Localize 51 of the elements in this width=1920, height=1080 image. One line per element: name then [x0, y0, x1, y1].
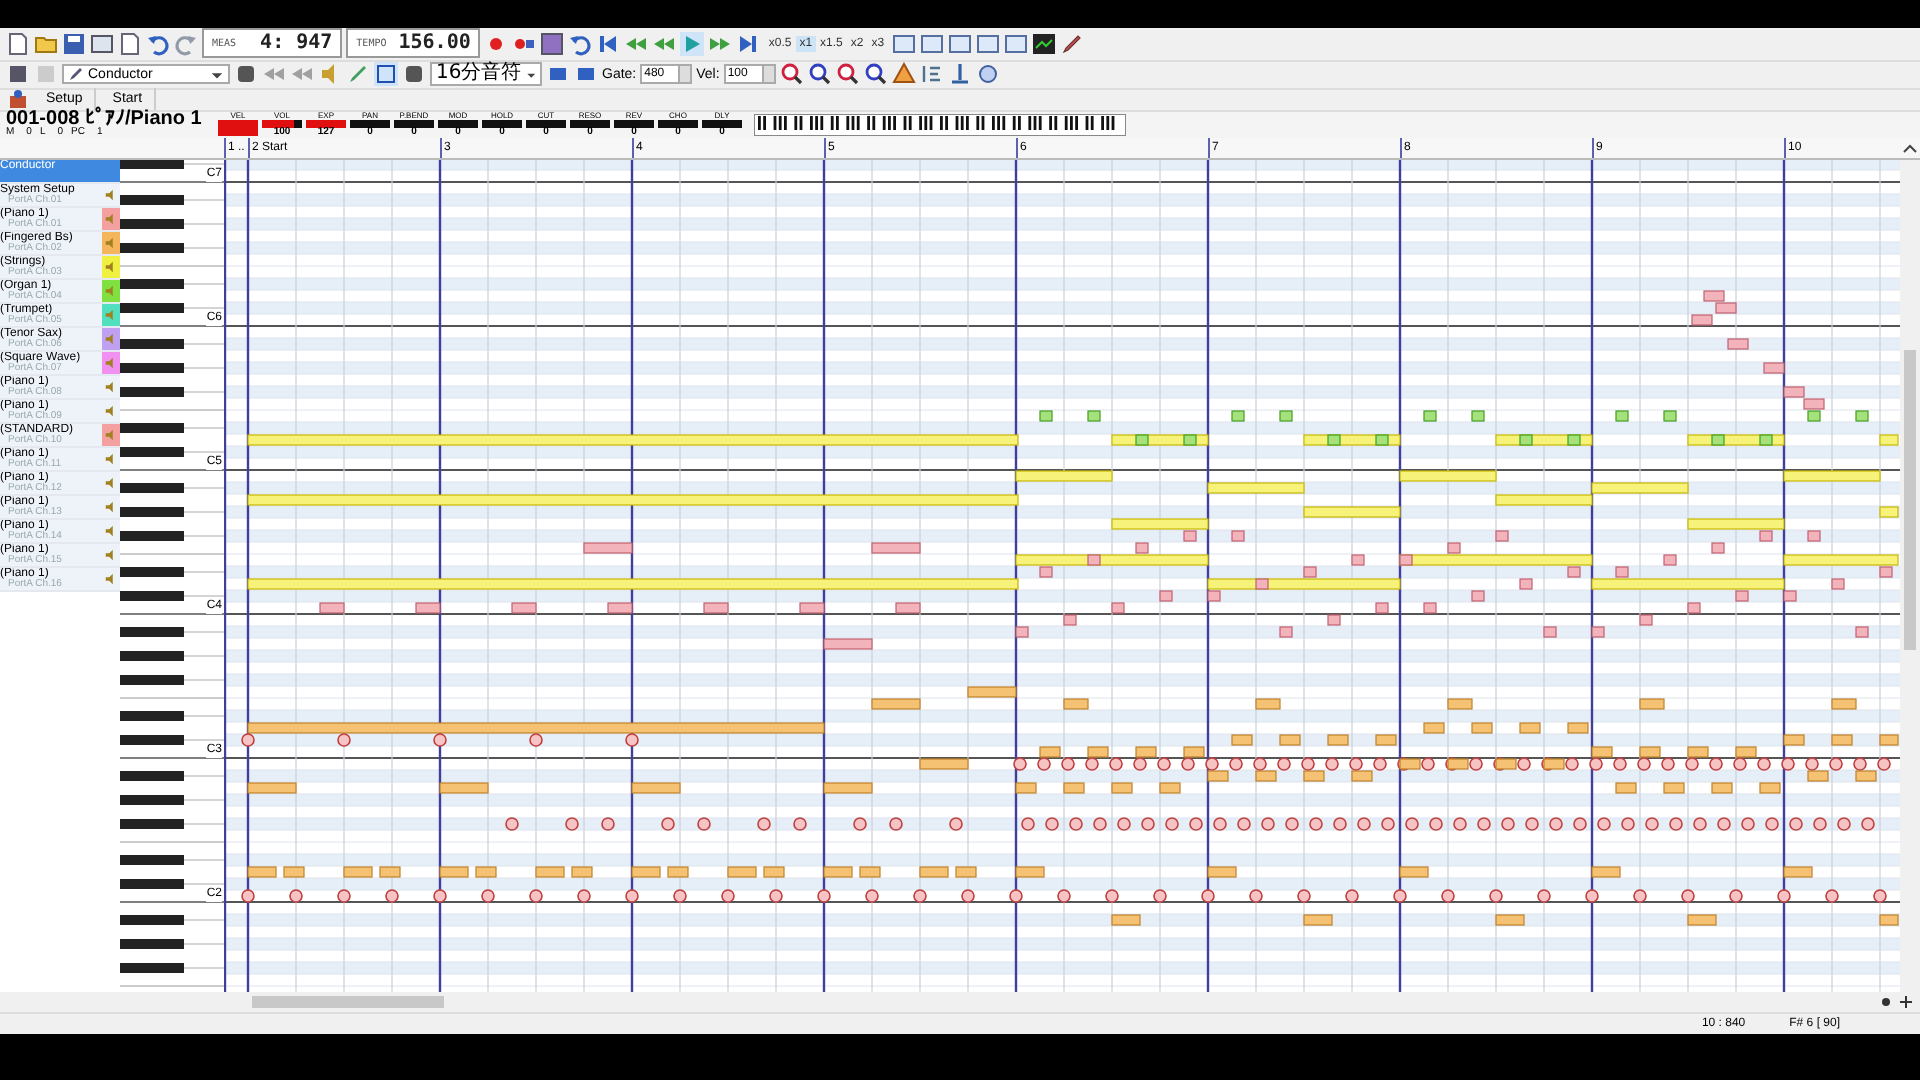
- note-length-dropdown[interactable]: 16分音符: [430, 62, 542, 87]
- speaker-icon[interactable]: [102, 327, 120, 350]
- speaker-icon[interactable]: [102, 423, 120, 446]
- control-meter[interactable]: [570, 119, 610, 128]
- control-meter[interactable]: [262, 119, 302, 128]
- control-meter[interactable]: [658, 119, 698, 128]
- marker-icon[interactable]: [6, 87, 30, 112]
- control-meter[interactable]: [482, 119, 522, 128]
- play-icon[interactable]: [680, 31, 705, 56]
- scroll-thumb[interactable]: [252, 996, 444, 1009]
- save-icon[interactable]: [62, 31, 86, 56]
- new-file-icon[interactable]: [6, 31, 30, 56]
- skip-back-icon[interactable]: [596, 31, 621, 56]
- pencil-icon[interactable]: [346, 62, 370, 87]
- zoom-out-icon[interactable]: [807, 62, 832, 87]
- speaker-icon[interactable]: [102, 207, 120, 230]
- speaker-icon[interactable]: [102, 255, 120, 278]
- bars-icon[interactable]: [919, 62, 944, 87]
- document-icon[interactable]: [118, 31, 142, 56]
- loop-icon[interactable]: [568, 31, 593, 56]
- zoom-in-icon[interactable]: [835, 62, 860, 87]
- window-icon[interactable]: [892, 31, 917, 56]
- note-blocks-drawing[interactable]: [241, 290, 1899, 926]
- pencil-icon: [68, 66, 84, 83]
- circle-icon[interactable]: [975, 62, 1000, 87]
- control-meter[interactable]: [526, 119, 566, 128]
- zoom-in-icon[interactable]: [779, 62, 804, 87]
- piano-keyboard-drawing[interactable]: [120, 159, 224, 993]
- control-meter[interactable]: [702, 119, 742, 128]
- control-meter[interactable]: [394, 119, 434, 128]
- zoom-out-icon[interactable]: [863, 62, 888, 87]
- skip-forward-icon[interactable]: [736, 31, 761, 56]
- control-meter[interactable]: [306, 119, 346, 128]
- control-meter[interactable]: [438, 119, 478, 128]
- square-icon[interactable]: [374, 62, 398, 87]
- undo-icon[interactable]: [146, 31, 170, 56]
- scroll-thumb[interactable]: [1904, 349, 1916, 650]
- triangle-icon[interactable]: [891, 62, 916, 87]
- speaker-icon[interactable]: [102, 231, 120, 254]
- speaker-icon[interactable]: [102, 351, 120, 374]
- control-meter[interactable]: [350, 119, 390, 128]
- folder-icon[interactable]: [34, 31, 58, 56]
- caret-icon: [210, 67, 224, 82]
- channel-title: 001-008 ﾋﾟｱﾉ/Piano 1: [6, 111, 204, 126]
- speaker-icon[interactable]: [102, 303, 120, 326]
- screen-icon[interactable]: [1032, 31, 1057, 56]
- control-meter[interactable]: [614, 119, 654, 128]
- scroll-up-icon[interactable]: [1902, 139, 1918, 156]
- speaker-icon[interactable]: [102, 279, 120, 302]
- mini-keyboard-drawing[interactable]: [754, 113, 1126, 136]
- zoom-icon[interactable]: [1876, 994, 1916, 1011]
